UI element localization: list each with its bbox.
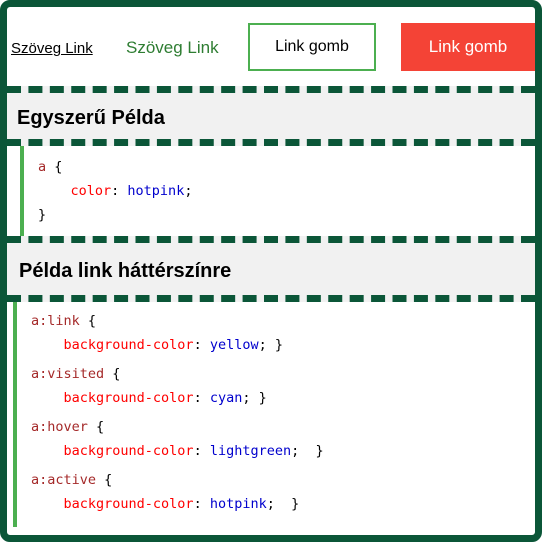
css-value: hotpink <box>127 183 185 199</box>
css-value: hotpink <box>209 496 267 512</box>
css-property: background-color <box>63 390 194 406</box>
css-selector: a:active <box>31 472 97 488</box>
css-property: background-color <box>63 496 194 512</box>
css-property: background-color <box>63 337 194 353</box>
text-link-plain[interactable]: Szöveg Link <box>11 40 93 57</box>
page-frame: Szöveg Link Szöveg Link Link gomb Link g… <box>0 0 542 542</box>
link-demo-row: Szöveg Link Szöveg Link Link gomb Link g… <box>7 7 535 93</box>
section-title: Egyszerű Példa <box>17 107 165 129</box>
css-selector: a:visited <box>31 366 105 382</box>
css-property: background-color <box>63 443 194 459</box>
css-value: cyan <box>209 390 243 406</box>
section-header-link-background: Példa link háttérszínre <box>7 236 535 302</box>
css-property: color <box>70 183 112 199</box>
css-value: lightgreen <box>209 443 292 459</box>
code-block-link-background: a:link { background-color: yellow; } a:v… <box>13 302 535 527</box>
css-value: yellow <box>209 337 259 353</box>
section-header-simple-example: Egyszerű Példa <box>7 86 535 146</box>
css-selector: a:hover <box>31 419 88 435</box>
section-title: Példa link háttérszínre <box>19 260 232 282</box>
link-button-outline[interactable]: Link gomb <box>248 23 376 71</box>
css-selector: a:link <box>31 313 80 329</box>
css-selector: a <box>38 159 47 175</box>
code-block-simple: a { color: hotpink; } <box>20 146 535 236</box>
link-button-red[interactable]: Link gomb <box>401 23 535 71</box>
text-link-green[interactable]: Szöveg Link <box>126 38 219 58</box>
